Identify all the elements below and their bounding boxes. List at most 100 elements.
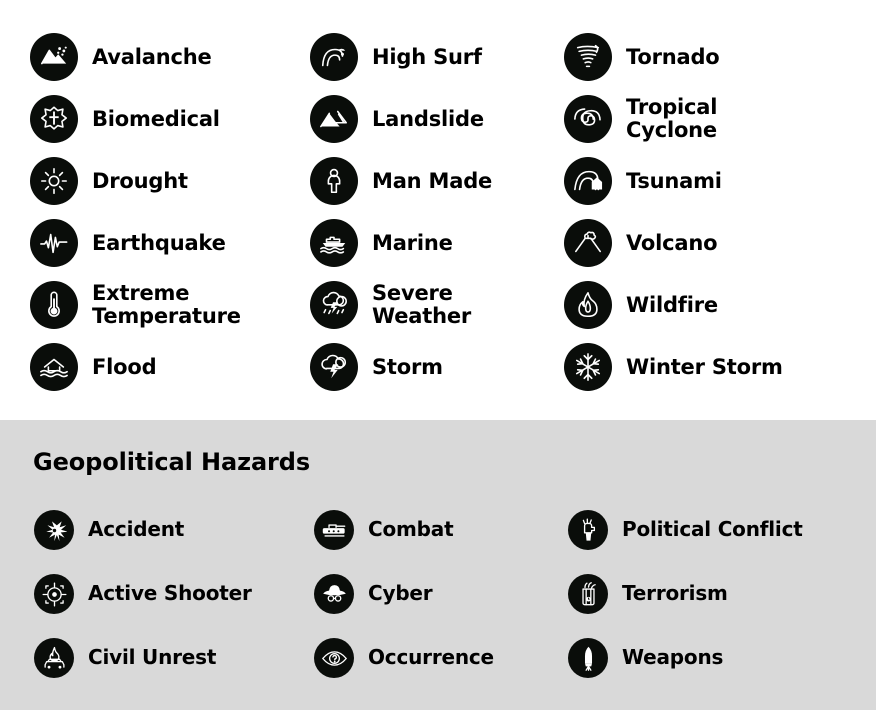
legend-item[interactable]: Landslide xyxy=(290,88,552,150)
weapons-bomb-icon xyxy=(568,638,608,678)
legend-item[interactable]: Political Conflict xyxy=(552,498,876,562)
wildfire-flame-icon xyxy=(564,281,612,329)
man-made-person-icon xyxy=(310,157,358,205)
earthquake-seismograph-icon xyxy=(30,219,78,267)
severe-weather-cloud-lightning-rain-icon xyxy=(310,281,358,329)
legend-item[interactable]: Severe Weather xyxy=(290,274,552,336)
geopolitical-hazards-section: Geopolitical Hazards Accident Combat Pol… xyxy=(0,420,876,710)
legend-item[interactable]: Tropical Cyclone xyxy=(552,88,876,150)
geopolitical-hazards-title: Geopolitical Hazards xyxy=(33,448,311,476)
legend-item-label: Tsunami xyxy=(626,168,722,193)
legend-item[interactable]: Tornado xyxy=(552,26,876,88)
landslide-icon xyxy=(310,95,358,143)
legend-item-label-line1: Civil Unrest xyxy=(88,645,217,670)
legend-item[interactable]: High Surf xyxy=(290,26,552,88)
occurrence-eye-question-icon xyxy=(314,638,354,678)
legend-item-label: Wildfire xyxy=(626,292,718,317)
legend-item-label-line1: Wildfire xyxy=(626,292,718,317)
legend-item-label-line1: Weapons xyxy=(622,645,724,670)
legend-item-label: Winter Storm xyxy=(626,354,783,379)
legend-item-label-line1: Landslide xyxy=(372,106,484,131)
legend-item-label: Political Conflict xyxy=(622,517,803,542)
legend-item[interactable]: Winter Storm xyxy=(552,336,876,398)
legend-item-label: Severe Weather xyxy=(372,282,471,327)
legend-item-label-line1: Combat xyxy=(368,517,454,542)
legend-item-label-line1: Marine xyxy=(372,230,453,255)
legend-item[interactable]: Volcano xyxy=(552,212,876,274)
legend-item-label-line2: Cyclone xyxy=(626,118,717,142)
legend-item[interactable]: Flood xyxy=(0,336,290,398)
active-shooter-crosshair-icon xyxy=(34,574,74,614)
legend-item[interactable]: Marine xyxy=(290,212,552,274)
legend-item[interactable]: Terrorism xyxy=(552,562,876,626)
legend-item-label: Avalanche xyxy=(92,45,212,69)
legend-item[interactable]: Combat xyxy=(290,498,552,562)
natural-hazards-section: Avalanche High Surf Tornado Biomedical L… xyxy=(0,0,876,420)
legend-item[interactable]: Active Shooter xyxy=(0,562,290,626)
avalanche-icon xyxy=(30,33,78,81)
legend-item-label-line1: Occurrence xyxy=(368,645,494,670)
legend-item[interactable]: Biomedical xyxy=(0,88,290,150)
winter-storm-snowflake-icon xyxy=(564,343,612,391)
legend-item-label-line1: Cyber xyxy=(368,581,433,606)
legend-item-label-line1: Man Made xyxy=(372,168,493,193)
natural-hazards-grid: Avalanche High Surf Tornado Biomedical L… xyxy=(0,26,876,398)
drought-sun-icon xyxy=(30,157,78,205)
legend-item[interactable]: Wildfire xyxy=(552,274,876,336)
legend-item-label: Landslide xyxy=(372,106,484,131)
legend-item-label: Marine xyxy=(372,230,453,255)
legend-item-label: Earthquake xyxy=(92,230,226,255)
legend-item[interactable]: Tsunami xyxy=(552,150,876,212)
legend-item-label: Tropical Cyclone xyxy=(626,96,717,141)
legend-item-label: Drought xyxy=(92,168,188,193)
storm-cloud-lightning-icon xyxy=(310,343,358,391)
flood-icon xyxy=(30,343,78,391)
biomedical-star-of-life-icon xyxy=(30,95,78,143)
legend-item-label: Terrorism xyxy=(622,581,728,606)
legend-item-label-line1: Winter Storm xyxy=(626,354,783,379)
legend-item-label-line1: Storm xyxy=(372,354,443,379)
legend-item-label: Combat xyxy=(368,517,454,542)
legend-item-label: Extreme Temperature xyxy=(92,282,241,327)
marine-ship-icon xyxy=(310,219,358,267)
cyber-spy-icon xyxy=(314,574,354,614)
legend-item-label: Cyber xyxy=(368,581,433,606)
legend-item-label-line1: Accident xyxy=(88,517,185,542)
legend-item[interactable]: Extreme Temperature xyxy=(0,274,290,336)
legend-item-label-line1: Drought xyxy=(92,168,188,193)
legend-item[interactable]: Avalanche xyxy=(0,26,290,88)
legend-item-label-line1: Severe xyxy=(372,281,453,306)
legend-item-label-line1: Active Shooter xyxy=(88,581,252,606)
legend-item-label-line1: Biomedical xyxy=(92,106,220,131)
legend-item-label: Tornado xyxy=(626,44,720,69)
legend-item-label-line1: Earthquake xyxy=(92,230,226,255)
legend-item[interactable]: Accident xyxy=(0,498,290,562)
legend-item-label: Active Shooter xyxy=(88,581,252,606)
volcano-icon xyxy=(564,219,612,267)
legend-item[interactable]: Weapons xyxy=(552,626,876,690)
terrorism-dynamite-icon xyxy=(568,574,608,614)
legend-item-label: Weapons xyxy=(622,645,724,670)
extreme-temperature-thermometer-icon xyxy=(30,281,78,329)
legend-item-label-line1: Tsunami xyxy=(626,168,722,193)
legend-item[interactable]: Drought xyxy=(0,150,290,212)
tornado-icon xyxy=(564,33,612,81)
legend-item-label: Occurrence xyxy=(368,645,494,670)
legend-item-label-line1: Volcano xyxy=(626,230,718,255)
tsunami-wave-icon xyxy=(564,157,612,205)
legend-item[interactable]: Man Made xyxy=(290,150,552,212)
legend-item-label-line1: High Surf xyxy=(372,44,482,69)
legend-item-label: Volcano xyxy=(626,230,718,255)
legend-item[interactable]: Cyber xyxy=(290,562,552,626)
legend-item-label-line1: Terrorism xyxy=(622,581,728,606)
hazard-legend: Avalanche High Surf Tornado Biomedical L… xyxy=(0,0,876,710)
legend-item-label-line1: Tornado xyxy=(626,44,720,69)
legend-item-label-line1: Political Conflict xyxy=(622,517,803,542)
tropical-cyclone-spiral-icon xyxy=(564,95,612,143)
legend-item[interactable]: Earthquake xyxy=(0,212,290,274)
legend-item[interactable]: Storm xyxy=(290,336,552,398)
legend-item[interactable]: Civil Unrest xyxy=(0,626,290,690)
legend-item-label-line1: Tropical xyxy=(626,95,718,120)
legend-item-label: Man Made xyxy=(372,168,493,193)
legend-item[interactable]: Occurrence xyxy=(290,626,552,690)
